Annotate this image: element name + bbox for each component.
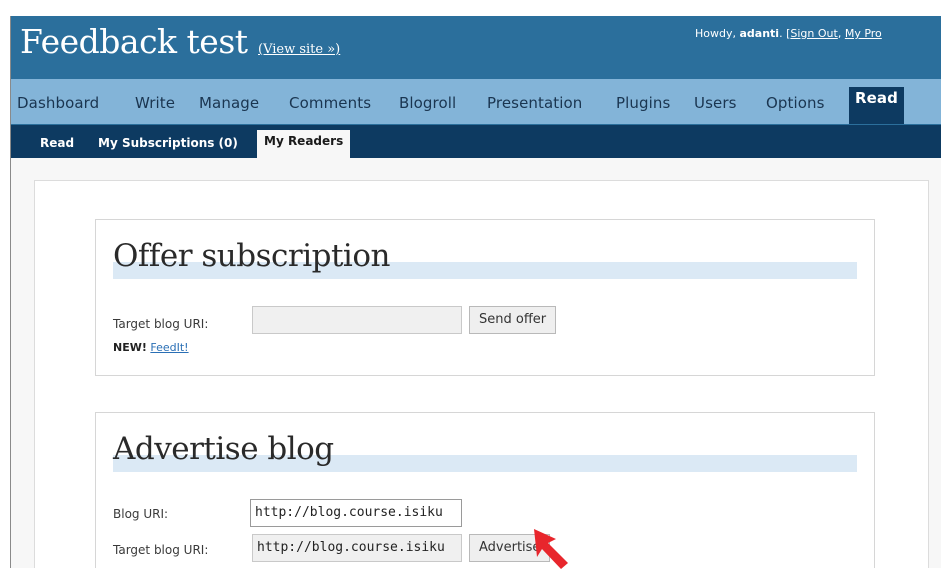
sign-out-link[interactable]: Sign Out [790,27,837,40]
menu-item-blogroll[interactable]: Blogroll [399,94,456,112]
menu-item-manage[interactable]: Manage [199,94,259,112]
browser-page: Feedback test (View site ») Howdy, adant… [10,16,941,568]
send-offer-button[interactable]: Send offer [469,306,557,334]
user-links-comma: , [837,27,842,40]
menu-item-options[interactable]: Options [766,94,825,112]
username: adanti [739,27,780,40]
sub-menu: Read My Subscriptions (0) My Readers [11,125,941,158]
user-greeting: Howdy, [695,27,736,40]
advertise-blog-panel: Advertise blog Blog URI: http://blog.cou… [95,412,875,568]
offer-target-input[interactable] [252,306,462,334]
advertise-blog-title: Advertise blog [113,431,334,467]
username-sep: . [779,27,783,40]
blog-uri-label: Blog URI: [113,507,169,521]
blog-uri-input[interactable]: http://blog.course.isiku [250,499,462,527]
menu-item-plugins[interactable]: Plugins [616,94,670,112]
user-info: Howdy, adanti. [Sign Out, My Pro [695,27,882,40]
feedit-link[interactable]: FeedIt! [150,341,188,354]
feedit-promo: NEW! FeedIt! [113,341,189,354]
submenu-item-my-readers[interactable]: My Readers [257,130,351,158]
submenu-item-my-subscriptions[interactable]: My Subscriptions (0) [98,136,238,150]
new-badge: NEW! [113,341,147,354]
advertise-target-label: Target blog URI: [113,543,209,557]
menu-item-presentation[interactable]: Presentation [487,94,582,112]
site-title: Feedback test [20,22,248,61]
offer-target-label: Target blog URI: [113,317,209,331]
menu-item-comments[interactable]: Comments [289,94,371,112]
my-profile-link[interactable]: My Pro [845,27,882,40]
advertise-target-input[interactable]: http://blog.course.isiku [252,534,462,562]
offer-subscription-title: Offer subscription [113,238,390,274]
view-site-link[interactable]: (View site ») [258,42,340,57]
menu-item-write[interactable]: Write [135,94,175,112]
menu-item-users[interactable]: Users [694,94,737,112]
content-area: Offer subscription Target blog URI: Send… [34,180,929,568]
red-pointer-arrow-icon [534,529,568,569]
offer-subscription-panel: Offer subscription Target blog URI: Send… [95,219,875,376]
submenu-item-read[interactable]: Read [40,136,74,150]
admin-header: Feedback test (View site ») Howdy, adant… [11,16,941,79]
menu-item-dashboard[interactable]: Dashboard [17,94,99,112]
main-menu: Dashboard Write Manage Comments Blogroll… [11,79,941,125]
menu-item-read[interactable]: Read [849,87,904,124]
